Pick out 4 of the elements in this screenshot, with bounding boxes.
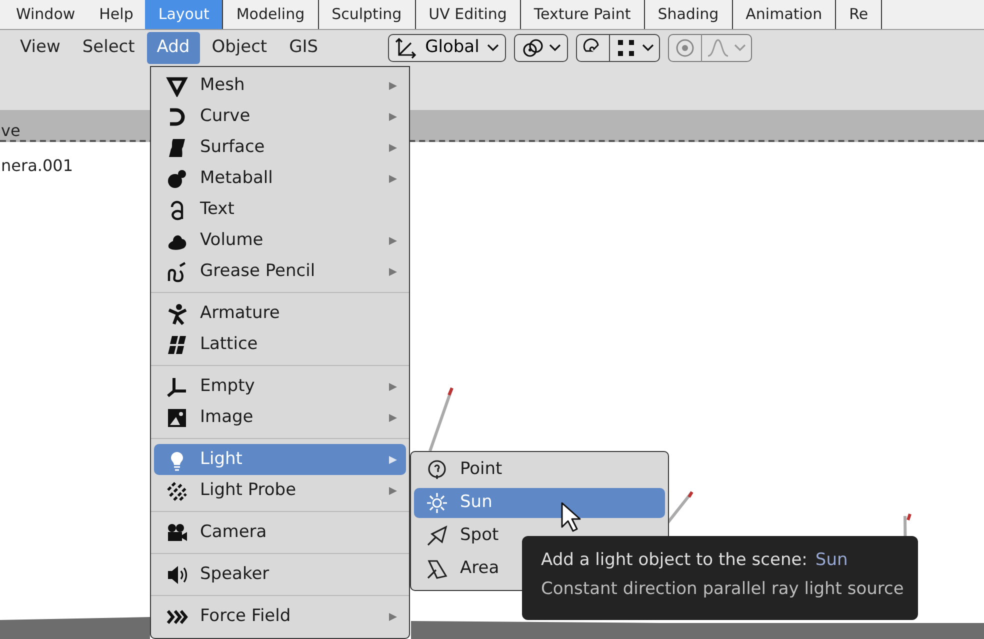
outliner-header-text: ve <box>1 122 20 140</box>
tooltip-title: Add a light object to the scene: <box>541 550 808 570</box>
tooltip-value: Sun <box>815 550 848 570</box>
dropdown-value: Global <box>425 36 480 60</box>
